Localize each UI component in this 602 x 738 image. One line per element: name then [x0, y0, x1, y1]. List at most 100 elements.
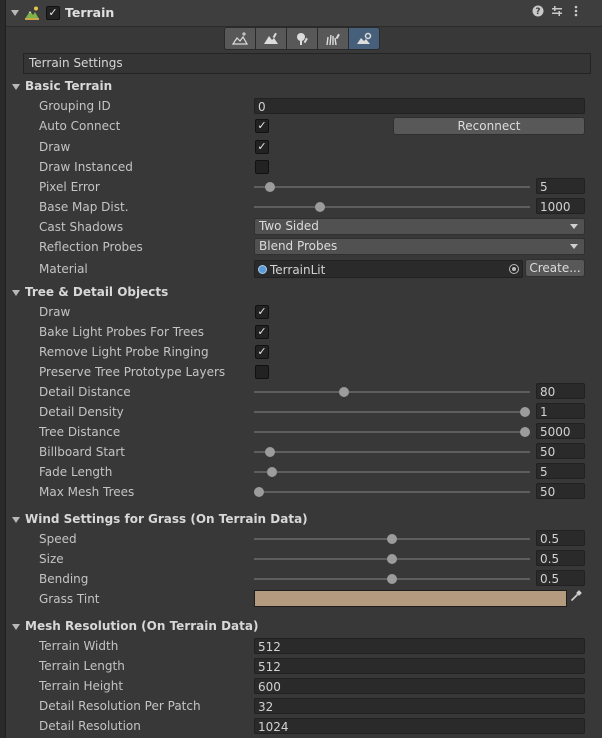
draw-instanced-checkbox[interactable] — [255, 160, 269, 174]
reflection-probes-value: Blend Probes — [259, 239, 338, 253]
pixel-error-field[interactable]: 5 — [536, 178, 585, 194]
billboard-start-slider-thumb[interactable] — [264, 447, 275, 457]
tree-detail-header[interactable]: Tree & Detail Objects — [25, 285, 168, 299]
help-icon[interactable]: ? — [530, 5, 546, 21]
bake-light-probes-checkbox[interactable]: ✓ — [255, 325, 269, 339]
more-icon[interactable] — [568, 5, 584, 21]
terrain-height-label: Terrain Height — [39, 679, 124, 693]
enabled-checkbox[interactable]: ✓ — [46, 6, 60, 20]
preset-icon[interactable] — [549, 5, 565, 21]
tree-distance-slider-track[interactable] — [254, 431, 530, 433]
draw-label: Draw — [39, 140, 71, 154]
tree-detail-foldout-icon[interactable] — [12, 290, 20, 296]
terrain-icon — [25, 6, 39, 20]
wind-size-slider-thumb[interactable] — [387, 554, 397, 564]
basic-terrain-foldout-icon[interactable] — [12, 84, 20, 90]
svg-text:?: ? — [535, 7, 540, 17]
billboard-start-field[interactable]: 50 — [536, 443, 585, 459]
raise-lower-terrain-icon[interactable] — [224, 27, 256, 50]
reflection-probes-dropdown[interactable]: Blend Probes — [254, 238, 585, 255]
draw-checkbox[interactable]: ✓ — [255, 140, 269, 154]
detail-density-field[interactable]: 1 — [536, 403, 585, 419]
max-mesh-trees-field[interactable]: 50 — [536, 483, 585, 499]
wind-size-field[interactable]: 0.5 — [536, 550, 585, 566]
tree-distance-label: Tree Distance — [39, 425, 121, 439]
detail-distance-slider-thumb[interactable] — [339, 387, 350, 397]
mesh-resolution-foldout-icon[interactable] — [12, 624, 20, 630]
bake-light-probes-label: Bake Light Probes For Trees — [39, 325, 204, 339]
wind-foldout-icon[interactable] — [12, 517, 20, 523]
detail-distance-slider-track[interactable] — [254, 391, 530, 393]
fade-length-slider-track[interactable] — [254, 471, 530, 473]
material-object-field[interactable]: TerrainLit — [254, 260, 523, 278]
wind-bending-label: Bending — [39, 572, 89, 586]
detail-density-label: Detail Density — [39, 405, 124, 419]
preserve-layers-checkbox[interactable] — [255, 365, 269, 379]
wind-bending-slider-thumb[interactable] — [387, 574, 397, 584]
grouping-id-field[interactable]: 0 — [254, 98, 585, 114]
terrain-tools-toolbar — [224, 27, 380, 50]
terrain-width-field[interactable]: 512 — [254, 638, 585, 654]
foldout-arrow-icon[interactable] — [11, 10, 19, 16]
terrain-length-label: Terrain Length — [39, 659, 125, 673]
terrain-length-field[interactable]: 512 — [254, 658, 585, 674]
terrain-height-field[interactable]: 600 — [254, 678, 585, 694]
create-material-button[interactable]: Create... — [525, 259, 585, 277]
cast-shadows-value: Two Sided — [259, 219, 319, 233]
max-mesh-trees-slider-thumb[interactable] — [254, 487, 264, 497]
auto-connect-checkbox[interactable]: ✓ — [255, 119, 269, 133]
material-label: Material — [39, 262, 88, 276]
component-header[interactable]: ✓ Terrain ? — [6, 0, 602, 27]
draw-instanced-label: Draw Instanced — [39, 160, 133, 174]
base-map-dist-field[interactable]: 1000 — [536, 198, 585, 214]
wind-speed-field[interactable]: 0.5 — [536, 530, 585, 546]
auto-connect-label: Auto Connect — [39, 119, 121, 133]
fade-length-field[interactable]: 5 — [536, 463, 585, 479]
material-icon — [258, 265, 267, 274]
paint-details-icon[interactable] — [317, 27, 349, 50]
material-value: TerrainLit — [270, 263, 326, 277]
tree-distance-field[interactable]: 5000 — [536, 423, 585, 439]
wind-speed-slider-thumb[interactable] — [387, 534, 397, 544]
terrain-settings-icon[interactable] — [348, 27, 380, 50]
eyedropper-icon[interactable] — [568, 590, 584, 606]
detail-distance-field[interactable]: 80 — [536, 383, 585, 399]
billboard-start-slider-track[interactable] — [254, 451, 530, 453]
detail-density-slider-track[interactable] — [254, 411, 530, 413]
billboard-start-label: Billboard Start — [39, 445, 126, 459]
detail-resolution-label: Detail Resolution — [39, 719, 141, 733]
terrain-inspector-panel: ✓ Terrain ? Terrain Settings Basic Terra… — [6, 0, 602, 738]
grass-tint-color-field[interactable] — [254, 590, 567, 607]
wind-settings-header[interactable]: Wind Settings for Grass (On Terrain Data… — [25, 512, 308, 526]
wind-bending-field[interactable]: 0.5 — [536, 570, 585, 586]
pixel-error-slider-thumb[interactable] — [264, 182, 275, 192]
remove-ringing-checkbox[interactable]: ✓ — [255, 345, 269, 359]
basic-terrain-header[interactable]: Basic Terrain — [25, 79, 112, 93]
detail-res-per-patch-field[interactable]: 32 — [254, 698, 585, 714]
base-map-dist-slider-thumb[interactable] — [315, 202, 326, 212]
wind-size-label: Size — [39, 552, 64, 566]
base-map-dist-slider-track[interactable] — [254, 206, 530, 208]
detail-resolution-field[interactable]: 1024 — [254, 718, 585, 734]
mesh-resolution-header[interactable]: Mesh Resolution (On Terrain Data) — [25, 619, 258, 633]
chevron-down-icon — [570, 224, 578, 229]
max-mesh-trees-label: Max Mesh Trees — [39, 485, 135, 499]
fade-length-slider-thumb[interactable] — [267, 467, 278, 477]
pixel-error-label: Pixel Error — [39, 180, 100, 194]
tree-draw-checkbox[interactable]: ✓ — [255, 305, 269, 319]
reconnect-button[interactable]: Reconnect — [393, 117, 585, 135]
paint-terrain-icon[interactable] — [255, 27, 287, 50]
max-mesh-trees-slider-track[interactable] — [254, 491, 530, 493]
tree-distance-slider-thumb[interactable] — [520, 427, 530, 437]
paint-trees-icon[interactable] — [286, 27, 318, 50]
cast-shadows-label: Cast Shadows — [39, 220, 124, 234]
cast-shadows-dropdown[interactable]: Two Sided — [254, 218, 585, 235]
fade-length-label: Fade Length — [39, 465, 113, 479]
reflection-probes-label: Reflection Probes — [39, 240, 143, 254]
grouping-id-label: Grouping ID — [39, 99, 111, 113]
detail-res-per-patch-label: Detail Resolution Per Patch — [39, 699, 201, 713]
object-picker-icon[interactable] — [509, 264, 519, 274]
detail-density-slider-thumb[interactable] — [520, 407, 530, 417]
remove-ringing-label: Remove Light Probe Ringing — [39, 345, 209, 359]
pixel-error-slider-track[interactable] — [254, 186, 530, 188]
